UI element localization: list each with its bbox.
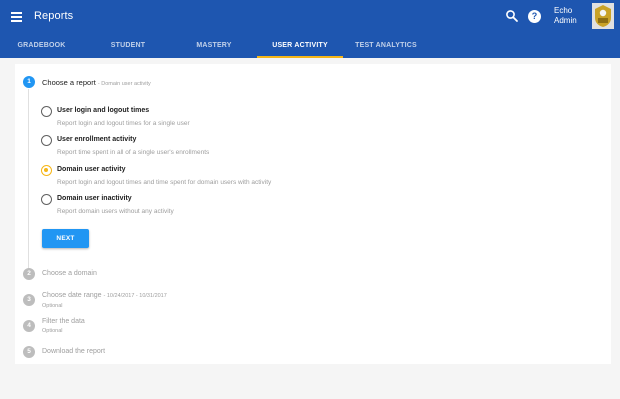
option-description: Report login and logout times and time s… (57, 179, 272, 186)
tab-test-analytics[interactable]: TEST ANALYTICS (345, 34, 427, 58)
radio-button-selected[interactable] (41, 165, 52, 176)
step-1-subtitle: - Domain user activity (97, 81, 151, 87)
radio-button[interactable] (41, 194, 52, 205)
option-domain-user-activity[interactable]: Domain user activity Report login and lo… (41, 165, 341, 191)
avatar[interactable] (592, 3, 614, 29)
step-4-optional: Optional (42, 328, 63, 334)
tab-user-activity[interactable]: USER ACTIVITY (257, 34, 343, 58)
step-4-badge: 4 (23, 320, 35, 332)
option-user-enrollment[interactable]: User enrollment activity Report time spe… (41, 135, 341, 161)
step-4-title[interactable]: Filter the data (42, 318, 85, 325)
radio-button[interactable] (41, 106, 52, 117)
option-user-login-logout[interactable]: User login and logout times Report login… (41, 106, 341, 132)
app-title: Reports (34, 10, 74, 22)
next-button[interactable]: NEXT (42, 229, 89, 248)
step-2-badge: 2 (23, 268, 35, 280)
stepper-line (28, 89, 29, 269)
help-icon[interactable]: ? (528, 10, 541, 23)
step-5-title[interactable]: Download the report (42, 348, 105, 355)
step-3-label: Choose date range (42, 292, 102, 299)
step-3-optional: Optional (42, 303, 63, 309)
option-domain-user-inactivity[interactable]: Domain user inactivity Report domain use… (41, 194, 341, 220)
hamburger-menu-icon[interactable] (11, 11, 27, 23)
step-5-badge: 5 (23, 346, 35, 358)
option-label: User enrollment activity (57, 136, 137, 143)
option-description: Report time spent in all of a single use… (57, 149, 210, 156)
step-3-subtitle: - 10/24/2017 - 10/31/2017 (103, 293, 167, 299)
step-2-title[interactable]: Choose a domain (42, 270, 97, 277)
radio-button[interactable] (41, 135, 52, 146)
tab-student[interactable]: STUDENT (88, 34, 168, 58)
step-1-badge: 1 (23, 76, 35, 88)
option-label: Domain user inactivity (57, 195, 132, 202)
app-bar: Reports ? Echo Admin GRADEBOOK STUDENT M… (0, 0, 620, 58)
search-icon[interactable] (505, 9, 519, 23)
option-label: Domain user activity (57, 166, 126, 173)
option-description: Report login and logout times for a sing… (57, 120, 190, 127)
step-1-label: Choose a report (42, 78, 96, 87)
option-label: User login and logout times (57, 107, 150, 114)
step-3-badge: 3 (23, 294, 35, 306)
tab-mastery[interactable]: MASTERY (174, 34, 254, 58)
report-tabs: GRADEBOOK STUDENT MASTERY USER ACTIVITY … (0, 34, 620, 58)
step-3-title[interactable]: Choose date range - 10/24/2017 - 10/31/2… (42, 292, 167, 299)
tab-gradebook[interactable]: GRADEBOOK (0, 34, 83, 58)
user-name: Echo Admin (554, 6, 577, 25)
option-description: Report domain users without any activity (57, 208, 174, 215)
step-1-title[interactable]: Choose a report - Domain user activity (42, 78, 151, 87)
